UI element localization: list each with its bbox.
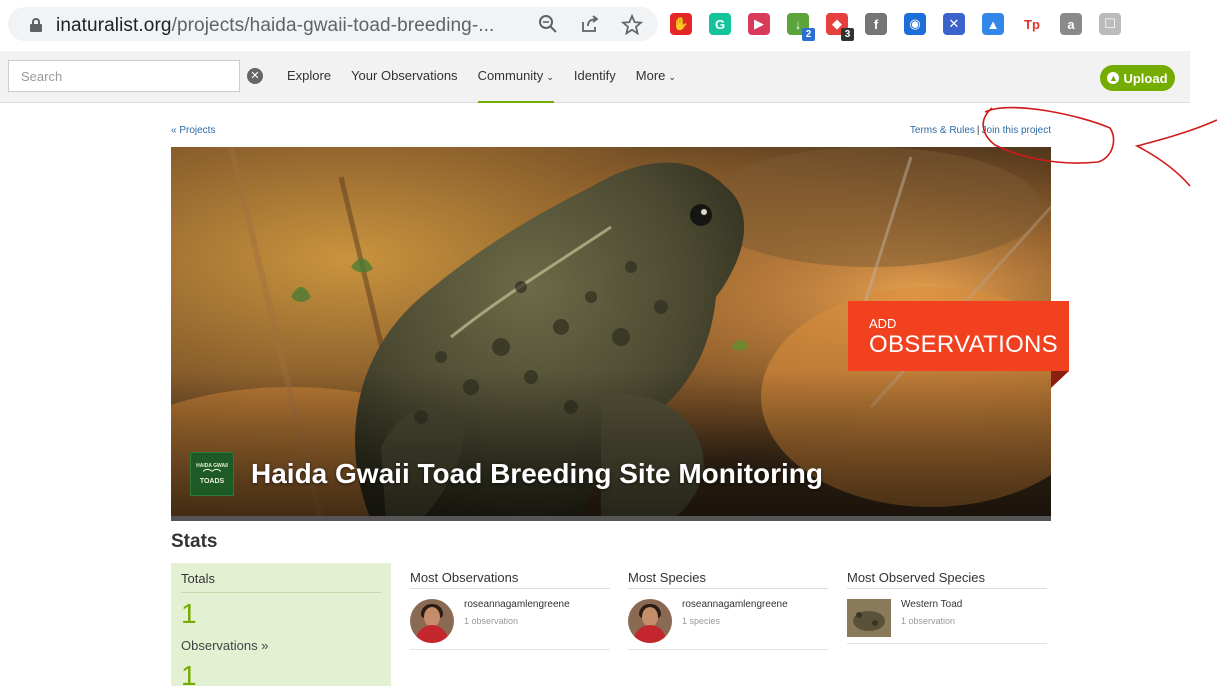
project-icon: HAIDA GWAII ⌒⌒ TOADS (190, 452, 234, 496)
observation-count-text: 1 observation (901, 616, 956, 626)
puzzle-ext-icon[interactable]: ✕ (943, 13, 965, 35)
extension-badge: 2 (802, 28, 815, 41)
add-observations-big-label: OBSERVATIONS (869, 331, 1058, 358)
chat-ext-icon[interactable]: ◉ (904, 13, 926, 35)
project-title: Haida Gwaii Toad Breeding Site Monitorin… (251, 458, 823, 489)
facebook-ext-icon[interactable]: f (865, 13, 887, 35)
url-text[interactable]: inaturalist.org/projects/haida-gwaii-toa… (56, 15, 494, 37)
upload-arrow-icon: ▲ (1107, 72, 1120, 84)
bookmark-star-icon[interactable] (620, 13, 644, 36)
avatar[interactable] (410, 599, 454, 643)
address-bar[interactable]: inaturalist.org/projects/haida-gwaii-toa… (8, 7, 658, 41)
stats-heading: Stats (171, 531, 218, 552)
chevron-down-icon: ⌄ (546, 72, 554, 82)
most-observed-species-heading: Most Observed Species (847, 570, 1047, 589)
projects-breadcrumb[interactable]: « Projects (171, 125, 215, 136)
banner-divider (171, 516, 1051, 521)
search-input[interactable] (8, 60, 240, 92)
tp-ext-icon[interactable]: Tp (1021, 13, 1043, 35)
toad-icon: ⌒⌒ (202, 469, 221, 479)
leader-row[interactable]: roseannagamlengreene 1 species (628, 589, 828, 650)
observations-link[interactable]: Observations » (181, 638, 268, 653)
most-species-heading: Most Species (628, 570, 828, 589)
nav-your-observations[interactable]: Your Observations (351, 51, 457, 103)
extension-badge: 3 (841, 28, 854, 41)
observation-count-text: 1 observation (464, 616, 519, 626)
nav-identify[interactable]: Identify (574, 51, 616, 103)
species-thumbnail[interactable] (847, 599, 891, 637)
media-ext-icon[interactable]: ▶ (748, 13, 770, 35)
totals-heading: Totals (181, 571, 381, 593)
nav-more-label: More (635, 68, 666, 83)
add-observations-small-label: ADD (869, 316, 897, 331)
project-header: HAIDA GWAII ⌒⌒ TOADS Haida Gwaii Toad Br… (190, 452, 823, 496)
lock-icon[interactable] (30, 18, 42, 32)
url-path: /projects/haida-gwaii-toad-breeding-... (171, 15, 495, 36)
upload-label: Upload (1123, 70, 1168, 86)
clear-search-icon[interactable]: ✕ (247, 68, 263, 84)
stop-ext-icon[interactable]: ✋ (670, 13, 692, 35)
nav-community[interactable]: Community ⌄ (477, 51, 554, 103)
nav-explore[interactable]: Explore (287, 51, 331, 103)
chevron-down-icon: ⌄ (668, 72, 676, 82)
leader-row[interactable]: roseannagamlengreene 1 observation (410, 589, 610, 650)
species-name[interactable]: Western Toad (901, 599, 962, 610)
ribbon-fold (1051, 371, 1069, 388)
zoom-icon[interactable] (536, 14, 560, 36)
main-nav: Explore Your Observations Community ⌄ Ide… (287, 51, 696, 103)
grammarly-ext-icon[interactable]: G (709, 13, 731, 35)
graduation-ext-icon[interactable]: ▲ (982, 13, 1004, 35)
nav-community-label: Community (477, 68, 544, 83)
user-name[interactable]: roseannagamlengreene (682, 599, 788, 610)
totals-panel: Totals 1 Observations » 1 (171, 563, 391, 686)
upload-button[interactable]: ▲ Upload (1100, 65, 1175, 91)
species-count-text: 1 species (682, 616, 721, 626)
user-name[interactable]: roseannagamlengreene (464, 599, 570, 610)
download-ext-icon[interactable]: ↓ 2 (787, 13, 815, 41)
url-host: inaturalist.org (56, 15, 172, 36)
extensions-toolbar: ✋ G ▶ ↓ 2 ◆ 3 f ◉ ✕ ▲ Tp a ☐ (670, 7, 1138, 41)
a-ext-icon[interactable]: a (1060, 13, 1082, 35)
browser-toolbar: inaturalist.org/projects/haida-gwaii-toa… (0, 0, 1217, 48)
most-observations-column: Most Observations roseannagamlengreene 1… (410, 570, 610, 650)
observations-count[interactable]: 1 (181, 598, 197, 630)
most-observed-species-column: Most Observed Species Western Toad 1 obs… (847, 570, 1047, 644)
avatar[interactable] (628, 599, 672, 643)
species-count[interactable]: 1 (181, 660, 197, 686)
join-project-link[interactable]: Join this project (982, 125, 1051, 136)
profile-ext-icon[interactable]: ☐ (1099, 13, 1121, 35)
project-icon-bottom-text: TOADS (199, 478, 225, 485)
share-icon[interactable] (578, 14, 602, 36)
shield-ext-icon[interactable]: ◆ 3 (826, 13, 854, 41)
most-species-column: Most Species roseannagamlengreene 1 spec… (628, 570, 828, 650)
site-header: ✕ Explore Your Observations Community⌄ I… (0, 51, 1190, 103)
most-observations-heading: Most Observations (410, 570, 610, 589)
add-observations-button[interactable]: ADD OBSERVATIONS (848, 301, 1069, 371)
project-actions: Terms & Rules | Join this project (909, 125, 1051, 136)
nav-more[interactable]: More ⌄ (636, 51, 676, 103)
species-row[interactable]: Western Toad 1 observation (847, 589, 1047, 644)
terms-rules-link[interactable]: Terms & Rules (910, 125, 975, 136)
